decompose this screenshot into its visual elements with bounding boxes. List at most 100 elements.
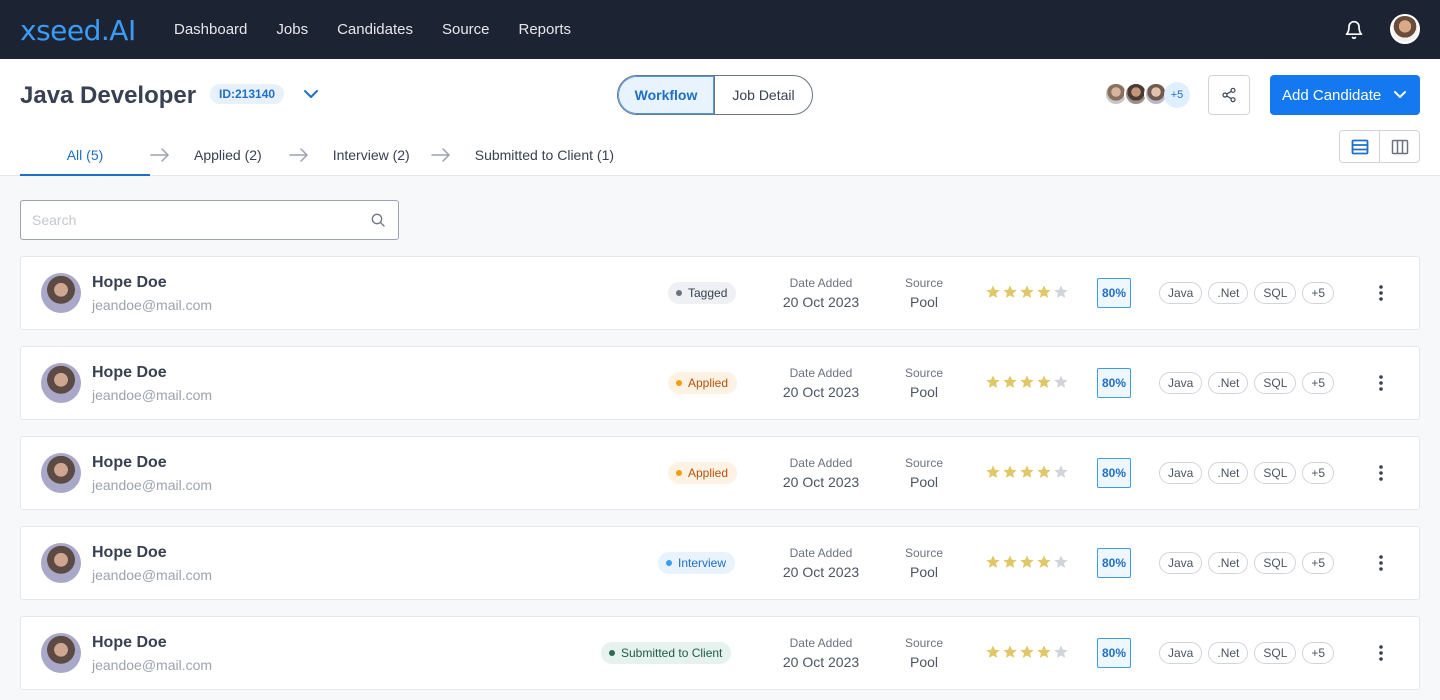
arrow-right-icon [288,144,309,166]
add-candidate-button[interactable]: Add Candidate [1270,75,1420,115]
top-navbar: xseed.AI Dashboard Jobs Candidates Sourc… [0,0,1440,59]
row-menu-button[interactable] [1371,642,1391,664]
star-icon[interactable] [1019,374,1035,390]
app-logo[interactable]: xseed.AI [20,14,136,47]
tab-job-detail[interactable]: Job Detail [715,76,812,114]
candidate-email: jeandoe@mail.com [92,657,213,673]
star-icon[interactable] [1036,374,1052,390]
star-icon[interactable] [1053,554,1069,570]
nav-link-dashboard[interactable]: Dashboard [174,21,247,38]
user-avatar[interactable] [1390,14,1420,44]
status-badge: Interview [658,552,736,574]
star-icon[interactable] [1002,464,1018,480]
skills-list: Java .Net SQL +5 [1159,282,1335,304]
tab-workflow[interactable]: Workflow [618,76,715,114]
candidate-row[interactable]: Hope Doe jeandoe@mail.com Applied Date A… [20,436,1420,510]
search-box [20,200,399,240]
add-candidate-label: Add Candidate [1282,86,1382,104]
source-value: Pool [909,654,939,670]
star-icon[interactable] [1019,464,1035,480]
share-button[interactable] [1208,75,1250,115]
nav-link-jobs[interactable]: Jobs [276,21,308,38]
star-icon[interactable] [1036,284,1052,300]
row-menu-button[interactable] [1371,552,1391,574]
skill-chip: .Net [1208,462,1249,484]
more-vertical-icon [1379,465,1383,481]
star-icon[interactable] [1036,554,1052,570]
status-badge: Tagged [668,282,737,304]
status-badge: Submitted to Client [601,642,732,664]
rating-stars[interactable] [985,554,1069,570]
candidate-row[interactable]: Hope Doe jeandoe@mail.com Tagged Date Ad… [20,256,1420,330]
rating-stars[interactable] [985,284,1069,300]
row-menu-button[interactable] [1371,372,1391,394]
star-icon[interactable] [1053,374,1069,390]
source-label: Source [904,366,944,380]
list-view-button[interactable] [1340,131,1380,162]
star-icon[interactable] [1053,284,1069,300]
star-icon[interactable] [1036,464,1052,480]
nav-link-reports[interactable]: Reports [519,21,572,38]
rating-stars[interactable] [985,464,1069,480]
date-added-label: Date Added [789,546,853,560]
star-icon[interactable] [1036,644,1052,660]
star-icon[interactable] [1019,644,1035,660]
star-icon[interactable] [985,554,1001,570]
rating-stars[interactable] [985,644,1069,660]
bell-icon[interactable] [1344,20,1364,40]
view-toggle [1339,130,1420,163]
star-icon[interactable] [985,464,1001,480]
candidate-row[interactable]: Hope Doe jeandoe@mail.com Applied Date A… [20,346,1420,420]
more-vertical-icon [1379,645,1383,661]
star-icon[interactable] [1002,644,1018,660]
date-added-value: 20 Oct 2023 [782,384,860,400]
skills-list: Java .Net SQL +5 [1159,552,1335,574]
candidate-avatar [41,453,81,493]
skills-list: Java .Net SQL +5 [1159,372,1335,394]
star-icon[interactable] [1053,464,1069,480]
star-icon[interactable] [1019,554,1035,570]
arrow-right-icon [430,144,451,166]
star-icon[interactable] [1002,554,1018,570]
candidate-name[interactable]: Hope Doe [92,454,167,472]
search-input[interactable] [21,201,341,239]
nav-link-source[interactable]: Source [442,21,490,38]
star-icon[interactable] [985,644,1001,660]
skill-chip: .Net [1208,282,1249,304]
row-menu-button[interactable] [1371,282,1391,304]
skill-more-chip[interactable]: +5 [1302,462,1335,484]
match-score: 80% [1097,458,1131,488]
date-added-label: Date Added [789,456,853,470]
star-icon[interactable] [1002,374,1018,390]
board-view-button[interactable] [1380,131,1419,162]
stage-tab-all[interactable]: All (5) [20,144,150,176]
candidate-name[interactable]: Hope Doe [92,634,167,652]
candidate-name[interactable]: Hope Doe [92,274,167,292]
candidate-name[interactable]: Hope Doe [92,544,167,562]
star-icon[interactable] [985,374,1001,390]
row-menu-button[interactable] [1371,462,1391,484]
stage-tab-submitted[interactable]: Submitted to Client (1) [475,144,614,176]
search-icon[interactable] [370,212,386,228]
skill-more-chip[interactable]: +5 [1302,642,1335,664]
team-avatars[interactable]: +5 [1104,82,1194,108]
skill-more-chip[interactable]: +5 [1302,552,1335,574]
star-icon[interactable] [1019,284,1035,300]
star-icon[interactable] [1053,644,1069,660]
stage-tabs: All (5) Applied (2) Interview (2) Submit… [20,144,614,176]
candidate-row[interactable]: Hope Doe jeandoe@mail.com Submitted to C… [20,616,1420,690]
star-icon[interactable] [1002,284,1018,300]
candidate-name[interactable]: Hope Doe [92,364,167,382]
chevron-down-icon[interactable] [302,87,320,101]
more-vertical-icon [1379,375,1383,391]
star-icon[interactable] [985,284,1001,300]
rating-stars[interactable] [985,374,1069,390]
nav-link-candidates[interactable]: Candidates [337,21,413,38]
stage-tab-applied[interactable]: Applied (2) [194,144,262,176]
stage-tab-interview[interactable]: Interview (2) [333,144,410,176]
skill-more-chip[interactable]: +5 [1302,282,1335,304]
skill-more-chip[interactable]: +5 [1302,372,1335,394]
candidate-row[interactable]: Hope Doe jeandoe@mail.com Interview Date… [20,526,1420,600]
date-added-value: 20 Oct 2023 [782,564,860,580]
skill-chip: .Net [1208,642,1249,664]
